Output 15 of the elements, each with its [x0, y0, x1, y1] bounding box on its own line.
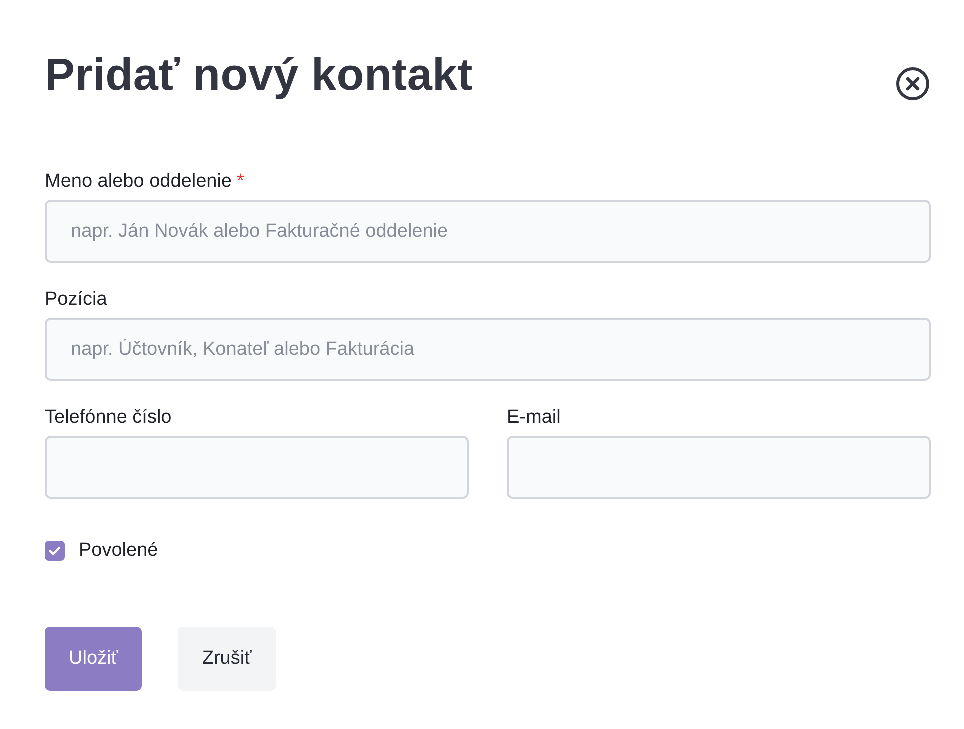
cancel-button[interactable]: Zrušiť: [178, 627, 276, 691]
field-label: Pozícia: [45, 288, 108, 312]
field-label: Telefónne číslo: [45, 406, 172, 430]
dialog-title: Pridať nový kontakt: [45, 48, 473, 102]
input-field[interactable]: napr. Ján Novák alebo Fakturačné oddelenie: [45, 200, 931, 263]
field-label: E-mail: [507, 406, 561, 430]
field-label: Meno alebo oddelenie: [45, 170, 232, 194]
save-button[interactable]: Uložiť: [45, 627, 142, 691]
close-icon: [896, 67, 930, 101]
close-button[interactable]: [896, 67, 930, 101]
checkbox[interactable]: [45, 541, 65, 561]
required-mark: *: [237, 170, 244, 194]
input-field[interactable]: [507, 436, 931, 499]
input-field[interactable]: [45, 436, 469, 499]
checkbox-label: Povolené: [79, 539, 158, 563]
